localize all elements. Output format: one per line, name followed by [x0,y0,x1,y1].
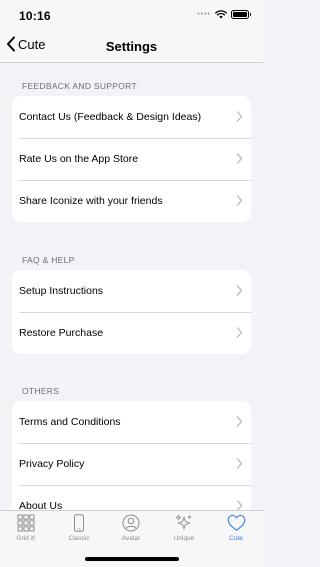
section-header-feedback: FEEDBACK AND SUPPORT [22,81,137,91]
phone-icon [74,514,84,532]
chevron-right-icon [236,458,243,469]
grid-icon [17,514,35,532]
chevron-right-icon [236,195,243,206]
row-label: Contact Us (Feedback & Design Ideas) [19,111,202,123]
settings-group-others: Terms and Conditions Privacy Policy Abou… [12,401,251,510]
chevron-right-icon [236,285,243,296]
about-us-row[interactable]: About Us [12,485,251,510]
tab-label: Cute [229,535,243,542]
settings-list[interactable]: FEEDBACK AND SUPPORT Contact Us (Feedbac… [0,64,263,510]
restore-purchase-row[interactable]: Restore Purchase [12,312,251,354]
chevron-right-icon [236,500,243,510]
signal-dots-icon: •••• [197,11,211,18]
navigation-bar: Cute Settings [0,30,263,63]
settings-group-feedback: Contact Us (Feedback & Design Ideas) Rat… [12,96,251,222]
setup-instructions-row[interactable]: Setup Instructions [12,270,251,312]
tab-label: Unique [173,535,195,542]
wifi-icon [215,10,227,19]
chevron-right-icon [236,153,243,164]
sparkles-icon [175,514,192,530]
tab-label: Grid it! [16,535,36,542]
status-time: 10:16 [19,9,51,23]
privacy-policy-row[interactable]: Privacy Policy [12,443,251,485]
chevron-right-icon [236,327,243,338]
tab-avatar[interactable]: Avatar [105,514,157,542]
status-icons: •••• [197,10,251,19]
tab-grid-it[interactable]: Grid it! [0,514,52,542]
battery-icon [231,10,251,19]
section-header-others: OTHERS [22,386,60,396]
rate-us-row[interactable]: Rate Us on the App Store [12,138,251,180]
share-row[interactable]: Share Iconize with your friends [12,180,251,222]
status-bar: 10:16 •••• [0,0,263,30]
tab-unique[interactable]: Unique [158,514,210,542]
settings-group-faq: Setup Instructions Restore Purchase [12,270,251,354]
row-label: Restore Purchase [19,327,104,339]
tab-label: Avatar [121,535,141,542]
tab-cute[interactable]: Cute [210,514,262,542]
chevron-right-icon [236,111,243,122]
home-indicator [85,557,179,561]
terms-row[interactable]: Terms and Conditions [12,401,251,443]
avatar-icon [122,514,140,532]
row-label: Setup Instructions [19,285,104,297]
row-label: Rate Us on the App Store [19,153,139,165]
settings-screen: 10:16 •••• Cute Settings FEEDBACK AND SU… [0,0,263,567]
contact-us-row[interactable]: Contact Us (Feedback & Design Ideas) [12,96,251,138]
row-label: About Us [19,500,63,510]
chevron-right-icon [236,416,243,427]
tab-label: Classic [68,535,90,542]
page-title: Settings [105,39,158,54]
row-label: Privacy Policy [19,458,85,470]
heart-icon [227,514,245,531]
tab-classic[interactable]: Classic [53,514,105,542]
section-header-faq: FAQ & HELP [22,255,75,265]
row-label: Terms and Conditions [19,416,121,428]
row-label: Share Iconize with your friends [19,195,163,207]
